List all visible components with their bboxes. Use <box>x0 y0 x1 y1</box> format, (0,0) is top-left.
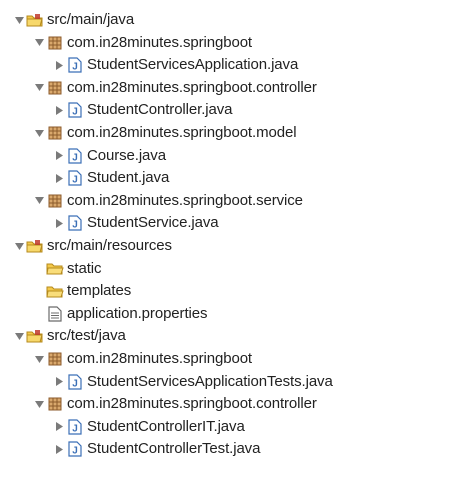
tree-item-studentservicesapplication-java[interactable]: J StudentServicesApplication.java <box>53 54 298 76</box>
tree-item-label: src/main/resources <box>47 237 172 254</box>
source-folder-icon <box>26 12 44 28</box>
svg-text:J: J <box>72 446 78 457</box>
collapse-arrow-icon[interactable] <box>53 438 66 460</box>
expand-arrow-icon[interactable] <box>33 348 46 370</box>
tree-item-label: StudentServicesApplication.java <box>87 56 299 74</box>
properties-file-icon <box>46 306 64 322</box>
tree-item-label: templates <box>67 282 132 300</box>
tree-item-com-in28minutes-springboot-controller[interactable]: com.in28minutes.springboot.controller <box>33 77 317 99</box>
svg-text:J: J <box>72 378 78 389</box>
expand-arrow-icon[interactable] <box>13 325 26 347</box>
tree-item-label: application.properties <box>67 304 208 322</box>
svg-text:J: J <box>72 62 78 73</box>
expand-arrow-icon[interactable] <box>13 9 26 31</box>
tree-item-label: com.in28minutes.springboot <box>67 350 253 367</box>
tree-item-label: StudentController.java <box>87 101 233 119</box>
package-icon <box>46 351 64 367</box>
tree-item-com-in28minutes-springboot-controller[interactable]: com.in28minutes.springboot.controller <box>33 393 317 415</box>
tree-item-label: StudentControllerTest.java <box>87 440 261 458</box>
tree-item-src-main-java[interactable]: src/main/java <box>13 9 134 31</box>
java-file-icon: J <box>66 441 84 457</box>
tree-item-label: static <box>67 259 102 277</box>
expand-arrow-icon[interactable] <box>33 77 46 99</box>
tree-item-course-java[interactable]: J Course.java <box>53 145 166 167</box>
tree-item-label: src/test/java <box>47 327 126 345</box>
source-folder-icon <box>26 238 44 254</box>
folder-icon <box>46 261 64 277</box>
package-icon <box>46 125 64 141</box>
tree-item-label: StudentControllerIT.java <box>87 417 245 435</box>
java-file-icon: J <box>66 102 84 118</box>
tree-item-templates[interactable]: templates <box>33 280 131 302</box>
java-file-icon: J <box>66 373 84 390</box>
tree-item-label: com.in28minutes.springboot.model <box>67 124 297 141</box>
java-file-icon: J <box>66 419 84 435</box>
java-file-icon: J <box>66 215 84 231</box>
tree-item-com-in28minutes-springboot-model[interactable]: com.in28minutes.springboot.model <box>33 122 297 144</box>
java-file-icon: J <box>66 147 84 164</box>
svg-text:J: J <box>72 107 78 118</box>
tree-item-label: StudentService.java <box>87 214 219 232</box>
expand-arrow-icon[interactable] <box>33 393 46 415</box>
tree-item-student-java[interactable]: J Student.java <box>53 167 169 189</box>
svg-text:J: J <box>72 175 78 186</box>
package-icon <box>46 193 64 209</box>
tree-item-studentservice-java[interactable]: J StudentService.java <box>53 212 219 234</box>
collapse-arrow-icon[interactable] <box>53 371 66 393</box>
collapse-arrow-icon[interactable] <box>53 54 66 76</box>
tree-item-application-properties[interactable]: application.properties <box>33 303 207 325</box>
collapse-arrow-icon[interactable] <box>53 167 66 189</box>
tree-item-label: Student.java <box>87 169 170 187</box>
tree-item-studentcontrollerit-java[interactable]: J StudentControllerIT.java <box>53 416 245 438</box>
svg-text:J: J <box>72 152 78 163</box>
package-icon <box>46 80 64 96</box>
tree-item-static[interactable]: static <box>33 258 102 280</box>
package-icon <box>46 396 64 412</box>
svg-text:J: J <box>72 423 78 434</box>
collapse-arrow-icon[interactable] <box>53 145 66 167</box>
package-icon <box>46 35 64 51</box>
tree-item-label: com.in28minutes.springboot.controller <box>67 395 317 413</box>
tree-item-studentcontrollertest-java[interactable]: J StudentControllerTest.java <box>53 438 260 460</box>
tree-item-label: com.in28minutes.springboot.service <box>67 191 303 209</box>
source-folder-icon <box>26 328 44 344</box>
java-file-icon: J <box>66 57 84 73</box>
tree-item-studentcontroller-java[interactable]: J StudentController.java <box>53 99 232 121</box>
tree-item-label: com.in28minutes.springboot <box>67 33 253 51</box>
tree-item-src-test-java[interactable]: src/test/java <box>13 325 126 347</box>
tree-item-src-main-resources[interactable]: src/main/resources <box>13 235 172 257</box>
expand-arrow-icon[interactable] <box>13 235 26 257</box>
collapse-arrow-icon[interactable] <box>53 416 66 438</box>
collapse-arrow-icon[interactable] <box>53 99 66 121</box>
tree-item-com-in28minutes-springboot[interactable]: com.in28minutes.springboot <box>33 348 252 370</box>
tree-item-label: Course.java <box>87 146 166 164</box>
tree-item-label: com.in28minutes.springboot.controller <box>67 78 317 96</box>
tree-item-studentservicesapplicationtests-java[interactable]: J StudentServicesApplicationTests.java <box>53 371 333 393</box>
tree-item-label: src/main/java <box>47 11 135 28</box>
collapse-arrow-icon[interactable] <box>53 212 66 234</box>
expand-arrow-icon[interactable] <box>33 32 46 54</box>
expand-arrow-icon[interactable] <box>33 190 46 212</box>
tree-item-label: StudentServicesApplicationTests.java <box>87 372 333 390</box>
svg-text:J: J <box>72 220 78 231</box>
java-file-icon: J <box>66 170 84 186</box>
expand-arrow-icon[interactable] <box>33 122 46 144</box>
tree-item-com-in28minutes-springboot-service[interactable]: com.in28minutes.springboot.service <box>33 190 303 212</box>
tree-item-com-in28minutes-springboot[interactable]: com.in28minutes.springboot <box>33 32 252 54</box>
folder-icon <box>46 283 64 299</box>
